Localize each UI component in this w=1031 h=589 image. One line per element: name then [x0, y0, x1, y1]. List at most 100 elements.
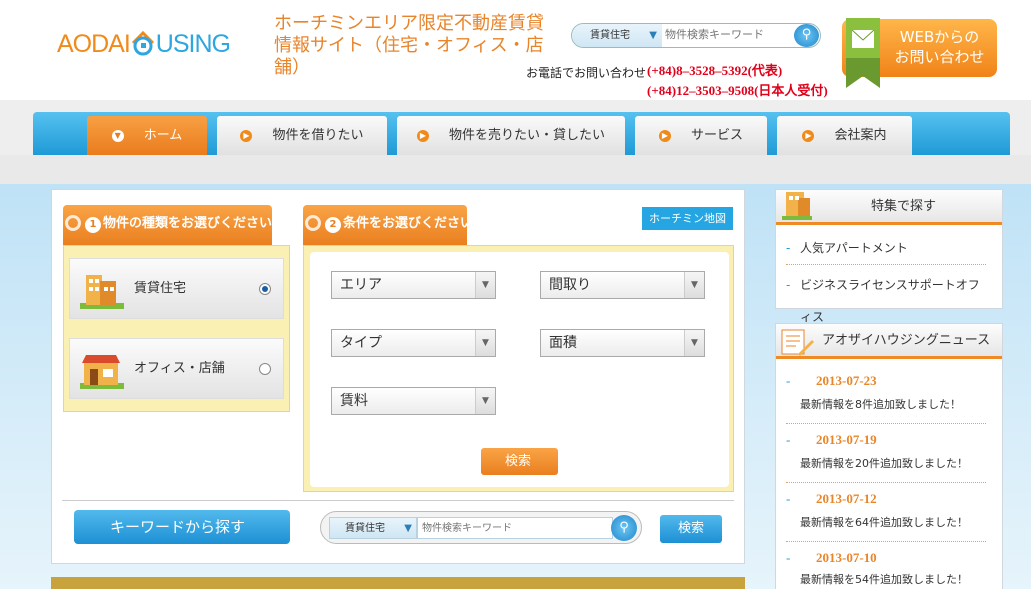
chevron-down-icon: ▼ [404, 523, 412, 534]
divider [62, 500, 734, 501]
house-logo-icon [130, 30, 156, 56]
type-select[interactable]: タイプ ▼ [331, 329, 496, 357]
chevron-down-icon: ▼ [649, 30, 657, 41]
type-radio-selected[interactable] [259, 283, 271, 295]
condition-search-button[interactable]: 検索 [481, 448, 558, 475]
phone-main: (+84)8–3528–5392(代表) [647, 63, 783, 78]
keyword-search-button[interactable]: 検索 [660, 515, 722, 543]
hcmc-map-button[interactable]: ホーチミン地図 [642, 207, 733, 230]
type-option-office[interactable]: オフィス・店舗 [69, 338, 284, 399]
news-date: 2013-07-10 [786, 550, 986, 566]
news-header: アオザイハウジングニュース [776, 324, 1002, 359]
site-logo[interactable]: AODAIHUSING [57, 30, 231, 59]
phone-japanese: (+84)12–3503–9508(日本人受付) [647, 83, 828, 98]
keyword-search-input[interactable] [417, 517, 613, 539]
header-search-category[interactable]: 賃貸住宅 ▼ [572, 24, 662, 47]
magnifier-icon [65, 215, 81, 231]
contact-line2: お問い合わせ [894, 48, 985, 66]
news-date: 2013-07-23 [786, 373, 986, 389]
keyword-category-label: 賃貸住宅 [345, 523, 385, 534]
news-item[interactable]: 最新情報を20件追加致しました！ [786, 454, 986, 483]
tagline-line1: ホーチミンエリア限定不動産賃貸 [274, 13, 544, 34]
logo-text-c: USING [155, 30, 231, 58]
chevron-down-icon: ▼ [684, 330, 704, 356]
nav-label: サービス [690, 128, 743, 143]
feature-link[interactable]: 人気アパートメント [786, 232, 986, 265]
tagline-line2: 情報サイト（住宅・オフィス・店舗） [274, 35, 544, 78]
news-date: 2013-07-12 [786, 491, 986, 507]
nav-label: 物件を借りたい [272, 128, 364, 143]
chevron-down-icon: ▼ [475, 330, 495, 356]
type-option-residential[interactable]: 賃貸住宅 [69, 258, 284, 319]
nav-label: 会社案内 [834, 128, 887, 143]
feature-title: 特集で探す [871, 199, 937, 214]
news-title: アオザイハウジングニュース [822, 333, 991, 348]
phone-note: お電話でお問い合わせ [526, 66, 647, 80]
step1-tab: 1 物件の種類をお選びください [63, 205, 272, 245]
nav-item-sell[interactable]: ▶ 物件を売りたい・貸したい [397, 116, 625, 155]
chevron-down-icon: ▼ [475, 272, 495, 298]
nav-item-home[interactable]: ▼ ホーム [87, 116, 207, 155]
feature-link-label: 人気アパートメント [800, 241, 908, 255]
select-value: 賃料 [340, 393, 368, 409]
news-item[interactable]: 最新情報を64件追加致しました！ [786, 513, 986, 542]
nav-item-service[interactable]: ▶ サービス [635, 116, 767, 155]
news-text: 最新情報を20件追加致しました！ [800, 457, 968, 470]
select-value: タイプ [340, 335, 382, 351]
step1-label: 物件の種類をお選びください [103, 216, 273, 231]
type-radio-unselected[interactable] [259, 363, 271, 375]
step2-tab: 2 条件をお選びください [303, 205, 473, 245]
nav-label: ホーム [143, 128, 183, 143]
step1-number: 1 [85, 217, 101, 233]
step2-label: 条件をお選びください [343, 216, 474, 231]
area-select[interactable]: エリア ▼ [331, 271, 496, 299]
chevron-down-icon: ▼ [475, 388, 495, 414]
layout-select[interactable]: 間取り ▼ [540, 271, 705, 299]
select-value: エリア [340, 277, 382, 293]
type-label: 賃貸住宅 [134, 281, 187, 296]
chevron-down-icon: ▼ [684, 272, 704, 298]
apartment-building-icon [80, 275, 124, 309]
feature-header: 特集で探す [776, 190, 1002, 225]
shop-building-icon [80, 355, 124, 389]
select-value: 面積 [549, 335, 577, 351]
magnifier-icon [305, 215, 321, 231]
chevron-down-icon: ▼ [111, 130, 124, 142]
nav-label: 物件を売りたい・貸したい [448, 128, 605, 143]
news-item[interactable]: 最新情報を8件追加致しました！ [786, 395, 986, 424]
select-value: 間取り [549, 277, 591, 293]
news-item[interactable]: 最新情報を54件追加致しました！ [786, 570, 986, 589]
arrow-right-icon: ▶ [802, 130, 815, 142]
arrow-right-icon: ▶ [416, 130, 429, 142]
search-icon[interactable]: ⚲ [611, 515, 637, 541]
header-search-input[interactable] [665, 24, 785, 47]
keyword-label-text: キーワードから探す [110, 518, 246, 536]
building-icon [782, 192, 812, 220]
keyword-search-category[interactable]: 賃貸住宅 ▼ [329, 517, 417, 539]
mail-ribbon-icon [838, 18, 888, 88]
nav-item-company[interactable]: ▶ 会社案内 [777, 116, 912, 155]
search-icon[interactable]: ⚲ [794, 24, 819, 47]
keyword-search-label: キーワードから探す [74, 510, 290, 544]
arrow-right-icon: ▶ [240, 130, 253, 142]
news-text: 最新情報を64件追加致しました！ [800, 516, 968, 529]
news-text: 最新情報を54件追加致しました！ [800, 573, 968, 586]
news-date: 2013-07-19 [786, 432, 986, 448]
rent-select[interactable]: 賃料 ▼ [331, 387, 496, 415]
type-label: オフィス・店舗 [134, 361, 225, 376]
feature-link-label: ビジネスライセンスサポートオフィス [800, 278, 980, 324]
search-button-label: 検索 [505, 454, 532, 469]
header-search: 賃貸住宅 ▼ ⚲ [571, 23, 821, 48]
arrow-right-icon: ▶ [658, 130, 671, 142]
step2-number: 2 [325, 217, 341, 233]
contact-line1: WEBからの [899, 28, 980, 46]
keyword-search: 賃貸住宅 ▼ ⚲ [320, 511, 642, 544]
news-text: 最新情報を8件追加致しました！ [800, 398, 961, 411]
nav-item-rent[interactable]: ▶ 物件を借りたい [217, 116, 387, 155]
news-pencil-icon [781, 329, 814, 356]
site-tagline: ホーチミンエリア限定不動産賃貸 情報サイト（住宅・オフィス・店舗） [274, 13, 544, 79]
featured-banner-top [51, 577, 745, 589]
size-select[interactable]: 面積 ▼ [540, 329, 705, 357]
logo-text-a: AODAI [57, 30, 131, 58]
header-search-category-label: 賃貸住宅 [590, 30, 630, 41]
